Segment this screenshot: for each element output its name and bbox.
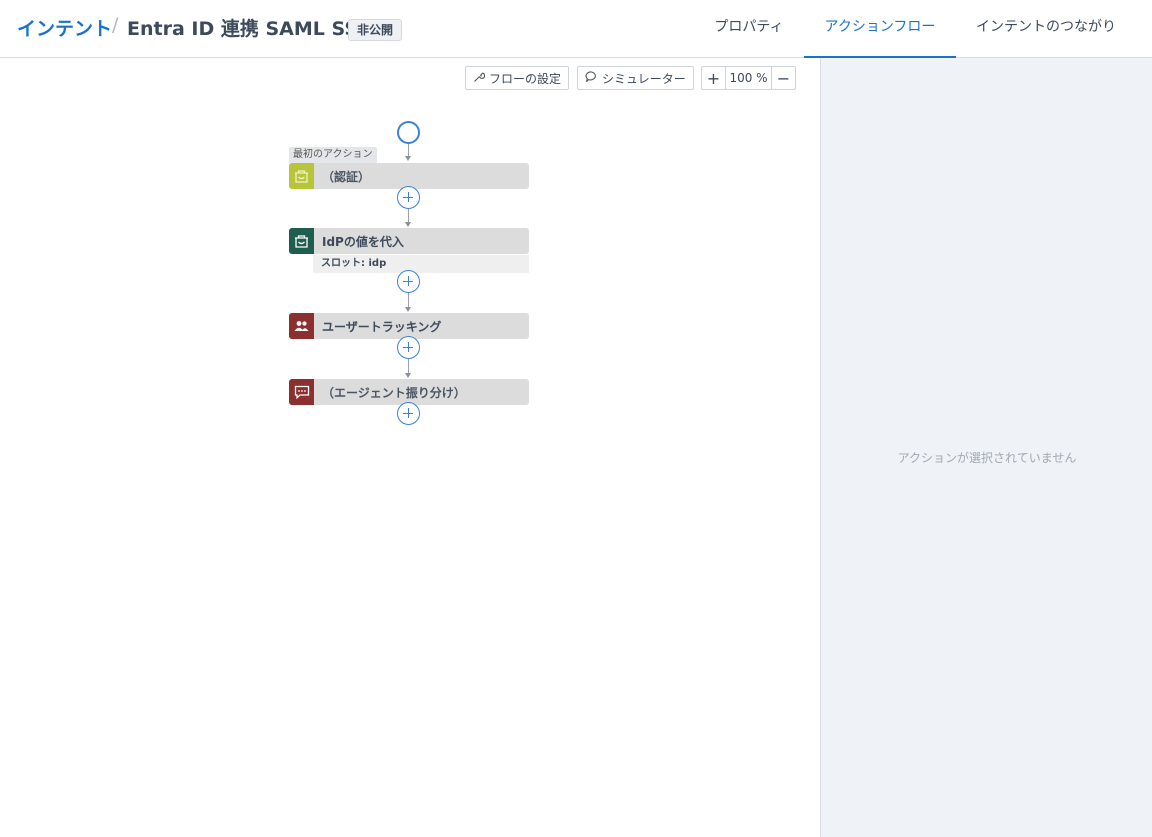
flow-canvas[interactable]: 最初のアクション （認証） IdPの値を代入 スロット: idp ユーザートラッ… [0,58,820,837]
bag-icon [289,163,314,189]
action-slot-label: スロット: idp [313,255,529,273]
tab-action-flow[interactable]: アクションフロー [804,0,956,58]
flow-start-node [397,121,420,144]
zoom-control: + 100 % − [701,66,796,90]
add-action-button[interactable] [397,402,420,425]
connector-arrow [405,156,411,161]
action-detail-panel: アクションが選択されていません [820,58,1152,837]
action-label: IdPの値を代入 [322,234,404,249]
status-badge: 非公開 [348,19,403,41]
simulator-label: シミュレーター [602,71,686,86]
action-label: ユーザートラッキング [322,319,442,334]
simulator-button[interactable]: シミュレーター [577,66,694,90]
breadcrumb-intents-link[interactable]: インテント [17,14,112,41]
connector-line [408,293,409,308]
flow-settings-label: フローの設定 [489,71,562,86]
zoom-level: 100 % [725,67,772,89]
first-action-label: 最初のアクション [289,147,377,163]
zoom-in-button[interactable]: + [702,67,725,89]
connector-line [408,209,409,223]
action-label: （認証） [322,169,371,184]
chat-icon [289,379,314,405]
page-title: Entra ID 連携 SAML SSO [127,18,375,40]
flow-settings-button[interactable]: フローの設定 [465,66,570,90]
connector-line [408,144,409,156]
flow-diagram: 最初のアクション （認証） IdPの値を代入 スロット: idp ユーザートラッ… [0,58,820,837]
no-action-selected-message: アクションが選択されていません [897,451,1077,465]
connector-arrow [405,222,411,227]
bag-icon [289,228,314,254]
tab-properties[interactable]: プロパティ [705,0,793,58]
connector-line [408,359,409,373]
action-label: （エージェント振り分け） [322,385,466,400]
add-action-button[interactable] [397,336,420,359]
action-node-idp-assign[interactable]: IdPの値を代入 [289,228,529,254]
users-icon [289,313,314,339]
header: インテント / Entra ID 連携 SAML SSO 非公開 プロパティ ア… [0,0,1152,58]
connector-arrow [405,307,411,312]
speech-bubble-icon [585,70,598,86]
zoom-out-button[interactable]: − [772,67,795,89]
wrench-icon [473,71,486,86]
tab-intent-connections[interactable]: インテントのつながり [966,0,1126,58]
connector-arrow [405,373,411,378]
add-action-button[interactable] [397,186,420,209]
add-action-button[interactable] [397,270,420,293]
breadcrumb-separator: / [112,14,119,36]
